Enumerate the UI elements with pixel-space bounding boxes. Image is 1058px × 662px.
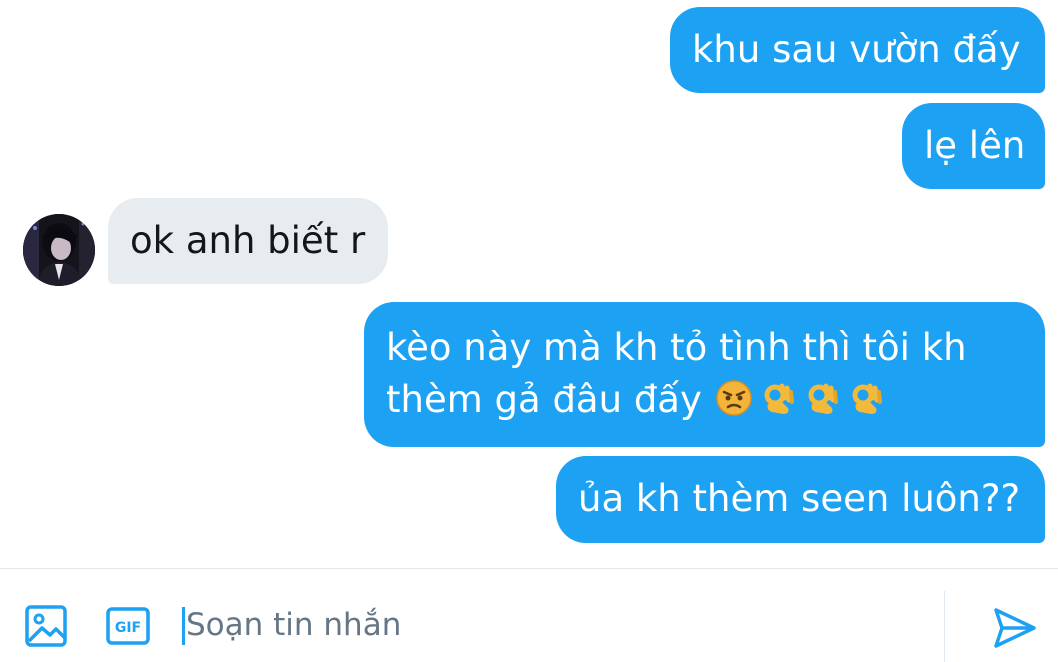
ok-hand-icon bbox=[758, 378, 798, 418]
add-image-button[interactable] bbox=[24, 603, 70, 649]
text-cursor bbox=[182, 607, 185, 645]
gif-icon: GIF bbox=[106, 607, 150, 645]
message-thread[interactable]: khu sau vườn đấy lẹ lên ok anh biết r kè… bbox=[0, 0, 1058, 568]
incoming-message-bubble[interactable]: ok anh biết r bbox=[108, 198, 388, 284]
message-text: lẹ lên bbox=[924, 124, 1026, 167]
send-button[interactable] bbox=[990, 605, 1038, 651]
direct-message-screen: khu sau vườn đấy lẹ lên ok anh biết r kè… bbox=[0, 0, 1058, 662]
message-input[interactable] bbox=[180, 599, 926, 651]
angry-face-icon bbox=[714, 378, 754, 418]
message-text: khu sau vườn đấy bbox=[692, 28, 1021, 71]
message-text: kèo này mà kh tỏ tình thì tôi kh bbox=[386, 326, 967, 369]
outgoing-message-bubble[interactable]: khu sau vườn đấy bbox=[670, 7, 1045, 93]
avatar-photo bbox=[23, 214, 95, 286]
message-text: thèm gả đâu đấy bbox=[386, 378, 702, 421]
composer-divider bbox=[944, 591, 945, 662]
avatar[interactable] bbox=[23, 214, 95, 286]
add-gif-button[interactable]: GIF bbox=[105, 606, 151, 646]
message-text: ok anh biết r bbox=[130, 219, 366, 262]
message-text: ủa kh thèm seen luôn?? bbox=[578, 477, 1021, 520]
message-composer: GIF bbox=[0, 568, 1058, 662]
send-icon bbox=[994, 608, 1036, 648]
image-icon bbox=[25, 605, 67, 647]
gif-label: GIF bbox=[115, 620, 141, 636]
outgoing-message-bubble[interactable]: ủa kh thèm seen luôn?? bbox=[556, 456, 1045, 543]
outgoing-message-bubble[interactable]: lẹ lên bbox=[902, 103, 1045, 189]
ok-hand-icon bbox=[846, 378, 886, 418]
outgoing-message-bubble[interactable]: kèo này mà kh tỏ tình thì tôi kh thèm gả… bbox=[364, 302, 1045, 447]
message-text-line: thèm gả đâu đấy bbox=[386, 374, 1023, 426]
ok-hand-icon bbox=[802, 378, 842, 418]
